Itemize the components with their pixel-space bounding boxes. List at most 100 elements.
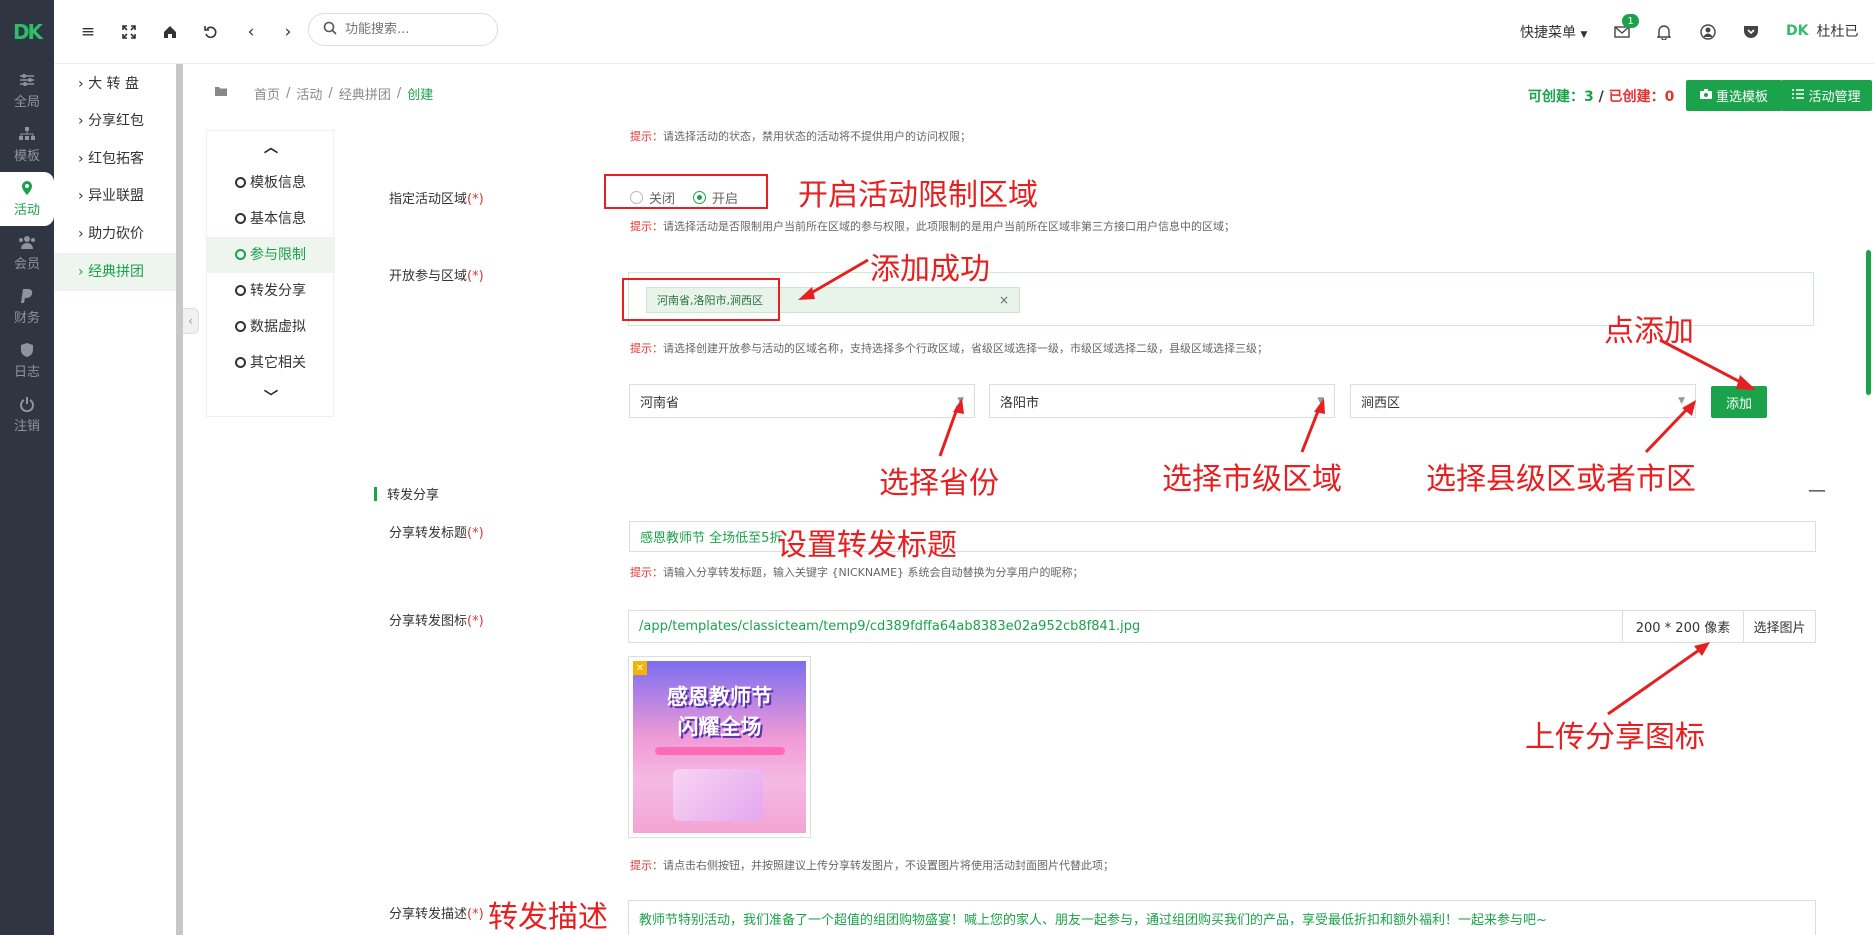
breadcrumb-group-buy[interactable]: 经典拼团 <box>339 84 391 103</box>
province-select[interactable]: 河南省 ▼ <box>629 384 975 418</box>
bell-icon[interactable] <box>1653 21 1675 43</box>
chevron-down-icon[interactable]: ﹀ <box>207 387 335 407</box>
share-desc-label-text: 分享转发描述 <box>389 907 468 922</box>
close-icon[interactable]: × <box>999 293 1009 307</box>
menu-icon[interactable]: ≡ <box>78 22 98 42</box>
remove-image-icon[interactable]: ✕ <box>633 661 647 675</box>
anchor-share[interactable]: 转发分享 <box>207 273 335 309</box>
rail-item-member[interactable]: 会员 <box>0 226 54 280</box>
share-desc-label: 分享转发描述(*) <box>389 903 484 922</box>
required-mark: (*) <box>467 526 484 541</box>
share-icon-image: 感恩教师节 闪耀全场 <box>633 661 806 833</box>
caret-down-icon: ▼ <box>1580 30 1588 40</box>
collapse-section-icon[interactable]: — <box>1808 480 1826 501</box>
subnav-item-share-redpack[interactable]: › 分享红包 <box>54 102 180 140</box>
user-circle-icon[interactable] <box>1697 21 1719 43</box>
region-tip: 提示：请选择活动是否限制用户当前所在区域的参与权限，此项限制的是用户当前所在区域… <box>630 218 1235 234</box>
page-scrollbar[interactable] <box>1866 250 1871 395</box>
chevron-up-icon[interactable]: ︿ <box>207 137 335 157</box>
can-create-value: 3 <box>1584 89 1594 105</box>
open-region-label-text: 开放参与区域 <box>389 269 468 284</box>
reselect-template-button[interactable]: 重选模板 <box>1686 80 1782 111</box>
paypal-icon <box>18 288 36 303</box>
open-region-label: 开放参与区域(*) <box>389 265 484 284</box>
thumb-cube <box>673 769 763 821</box>
annotation-share-desc: 转发描述 <box>488 900 608 935</box>
breadcrumb-home[interactable]: 首页 <box>254 84 280 103</box>
anchor-label: 转发分享 <box>250 283 306 299</box>
rail-item-template[interactable]: 模板 <box>0 118 54 172</box>
tip-text: 请选择创建开放参与活动的区域名称，支持选择多个行政区域，省级区域选择一级，市级区… <box>663 342 1268 355</box>
thumb-line2: 闪耀全场 <box>677 715 762 739</box>
app-logo[interactable]: DK <box>0 0 54 64</box>
pick-image-button[interactable]: 选择图片 <box>1743 610 1816 643</box>
refresh-icon[interactable] <box>201 22 221 42</box>
anchor-other[interactable]: 其它相关 <box>207 345 335 381</box>
activity-manage-button[interactable]: 活动管理 <box>1781 80 1872 111</box>
collapse-sidebar-icon[interactable]: ‹ <box>183 308 199 334</box>
subnav-item-redpack-expand[interactable]: › 红包拓客 <box>54 140 180 178</box>
back-icon[interactable]: ‹ <box>241 22 261 42</box>
add-region-button[interactable]: 添加 <box>1711 386 1767 418</box>
rail-label: 活动 <box>13 202 40 218</box>
rail-item-global[interactable]: 全局 <box>0 64 54 118</box>
share-icon-thumbnail: 感恩教师节 闪耀全场 ✕ <box>628 656 811 838</box>
breadcrumb-activity[interactable]: 活动 <box>296 84 322 103</box>
subnav-item-alliance[interactable]: › 异业联盟 <box>54 177 180 215</box>
rail-item-log[interactable]: 日志 <box>0 334 54 388</box>
list-icon <box>1792 88 1805 103</box>
quick-menu[interactable]: 快捷菜单 ▼ <box>1520 22 1587 42</box>
anchor-label: 基本信息 <box>250 211 306 227</box>
subnav-item-wheel[interactable]: › 大 转 盘 <box>54 65 180 103</box>
rail-label: 财务 <box>13 310 40 326</box>
circle-icon <box>235 249 246 260</box>
anchor-virtual-data[interactable]: 数据虚拟 <box>207 309 335 345</box>
share-icon-size: 200 * 200 像素 <box>1622 610 1744 643</box>
province-value: 河南省 <box>640 395 680 411</box>
annotation-pick-county: 选择县级区或者市区 <box>1426 462 1696 497</box>
rail-label: 模板 <box>13 148 40 164</box>
rail-item-logout[interactable]: 注销 <box>0 388 54 442</box>
subnav-scrollbar[interactable] <box>176 64 183 935</box>
subnav-item-group-buy[interactable]: › 经典拼团 <box>54 253 180 291</box>
share-icon-path-input[interactable]: /app/templates/classicteam/temp9/cd389fd… <box>628 610 1623 643</box>
annotation-box-radio <box>604 174 768 209</box>
subnav-label: 大 转 盘 <box>88 76 139 92</box>
fullscreen-icon[interactable] <box>119 22 139 42</box>
search-box[interactable] <box>308 13 498 46</box>
anchor-participation-limit[interactable]: 参与限制 <box>207 237 335 273</box>
sliders-icon <box>18 73 36 87</box>
created-label: 已创建： <box>1608 89 1665 105</box>
home-icon[interactable] <box>160 22 180 42</box>
city-select[interactable]: 洛阳市 ▼ <box>989 384 1335 418</box>
rail-item-finance[interactable]: 财务 <box>0 280 54 334</box>
county-select[interactable]: 涧西区 ▼ <box>1350 384 1696 418</box>
anchor-basic-info[interactable]: 基本信息 <box>207 201 335 237</box>
user-menu[interactable]: DK 杜杜已 <box>1786 21 1858 41</box>
subnav-label: 助力砍价 <box>88 226 145 242</box>
subnav-item-bargain[interactable]: › 助力砍价 <box>54 215 180 253</box>
can-create-label: 可创建： <box>1528 89 1584 105</box>
activity-manage-label: 活动管理 <box>1808 90 1861 105</box>
tip-prefix: 提示： <box>630 342 663 355</box>
subnav-label: 红包拓客 <box>88 151 145 167</box>
region-label-text: 指定活动区域 <box>389 192 468 207</box>
search-input[interactable] <box>345 22 485 37</box>
location-icon <box>18 180 36 195</box>
annotation-click-add: 点添加 <box>1604 314 1694 349</box>
region-label: 指定活动区域(*) <box>389 188 484 207</box>
annotation-pick-province: 选择省份 <box>879 466 999 501</box>
forward-icon[interactable]: › <box>278 22 298 42</box>
share-icon-label-text: 分享转发图标 <box>389 614 468 629</box>
tip-prefix: 提示： <box>630 130 663 143</box>
rail-item-activity[interactable]: 活动 <box>0 172 54 226</box>
pocket-icon[interactable] <box>1740 21 1762 43</box>
share-desc-textarea[interactable]: 教师节特别活动，我们准备了一个超值的组团购物盛宴！喊上您的家人、朋友一起参与，通… <box>628 900 1816 935</box>
annotation-added: 添加成功 <box>870 252 990 287</box>
search-icon <box>323 21 337 39</box>
section-anchor-nav: ︿ 模板信息 基本信息 参与限制 转发分享 数据虚拟 其它相关 ﹀ <box>206 130 335 417</box>
section-bar <box>374 486 377 501</box>
create-counts: 可创建：3 / 已创建：0 <box>1528 86 1674 106</box>
anchor-template-info[interactable]: 模板信息 <box>207 165 335 201</box>
subnav-label: 经典拼团 <box>88 264 145 280</box>
